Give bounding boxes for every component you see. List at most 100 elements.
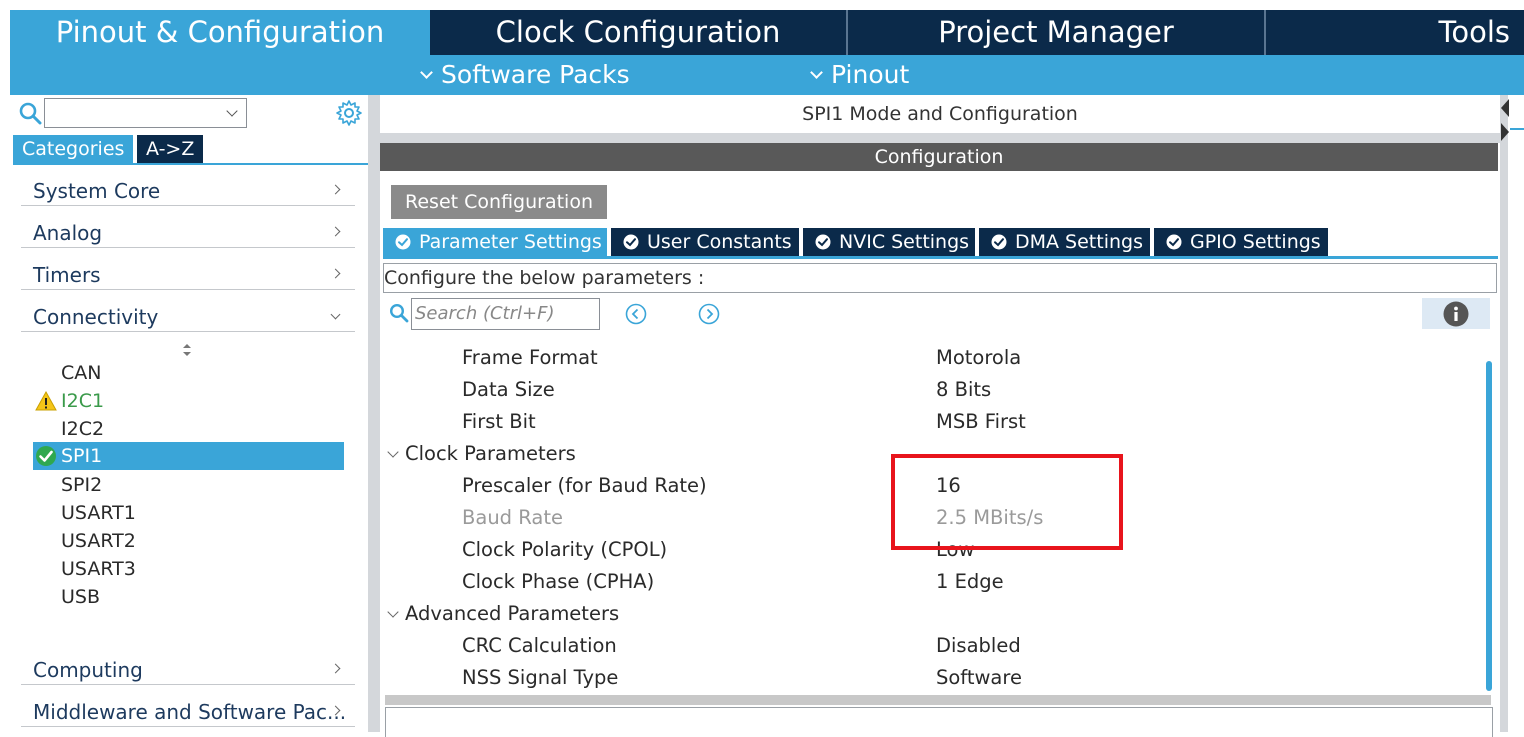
previous-icon[interactable] [625, 303, 647, 325]
peripheral-spi1[interactable]: SPI1 [33, 442, 344, 470]
info-button[interactable] [1422, 298, 1490, 329]
tab-clock-configuration[interactable]: Clock Configuration [430, 10, 848, 55]
param-value: Software [936, 666, 1022, 689]
info-icon [1443, 301, 1469, 327]
param-group-advanced-parameters[interactable]: Advanced Parameters [383, 598, 1481, 630]
peripheral-can[interactable]: CAN [33, 359, 344, 387]
category-timers[interactable]: Timers [21, 248, 355, 290]
category-middleware[interactable]: Middleware and Software Pac... [21, 685, 355, 727]
category-connectivity[interactable]: Connectivity [21, 290, 355, 332]
param-row-data-size[interactable]: Data Size 8 Bits [383, 374, 1481, 406]
tab-label: GPIO Settings [1190, 231, 1321, 253]
param-value: 8 Bits [936, 378, 992, 401]
category-analog[interactable]: Analog [21, 206, 355, 248]
peripheral-i2c1[interactable]: I2C1 [33, 387, 344, 415]
category-tabs: Categories A->Z [13, 135, 368, 165]
category-label: Timers [33, 263, 101, 287]
param-name: First Bit [462, 410, 536, 433]
configure-instructions: Configure the below parameters : [383, 263, 1497, 293]
param-name: Prescaler (for Baud Rate) [462, 474, 707, 497]
collapse-arrows-icon[interactable] [1500, 99, 1512, 143]
group-name: Advanced Parameters [405, 602, 620, 625]
peripheral-i2c2[interactable]: I2C2 [33, 415, 344, 443]
peripheral-label: USART1 [61, 502, 136, 524]
param-row-crc-calculation[interactable]: CRC Calculation Disabled [383, 630, 1481, 662]
param-name: Frame Format [462, 346, 598, 369]
tab-user-constants[interactable]: User Constants [611, 228, 801, 256]
description-box [385, 707, 1493, 737]
param-row-nss-signal-type[interactable]: NSS Signal Type Software [383, 662, 1481, 694]
highlight-box [891, 454, 1123, 550]
scrollbar-thumb[interactable] [1486, 361, 1492, 691]
accent-line [1510, 128, 1524, 130]
gear-icon[interactable] [335, 99, 363, 127]
peripheral-usb[interactable]: USB [33, 583, 344, 611]
chevron-right-icon [330, 226, 341, 237]
peripheral-label: USART3 [61, 558, 136, 580]
next-icon[interactable] [698, 303, 720, 325]
tab-gpio-settings[interactable]: GPIO Settings [1154, 228, 1330, 256]
tab-label: User Constants [647, 231, 792, 253]
chevron-down-icon [330, 309, 341, 320]
panel-splitter[interactable] [368, 95, 380, 732]
tab-dma-settings[interactable]: DMA Settings [979, 228, 1152, 256]
software-packs-label: Software Packs [441, 60, 630, 89]
peripheral-label: USART2 [61, 530, 136, 552]
tab-label: DMA Settings [1015, 231, 1143, 253]
pinout-menu[interactable]: Pinout [810, 55, 909, 95]
peripheral-usart1[interactable]: USART1 [33, 499, 344, 527]
param-row-clock-phase[interactable]: Clock Phase (CPHA) 1 Edge [383, 566, 1481, 598]
chevron-down-icon [420, 65, 433, 79]
category-label: Computing [33, 658, 143, 682]
parameter-tabs: Parameter Settings User Constants NVIC S… [383, 228, 1498, 259]
vertical-scrollbar[interactable] [1485, 335, 1493, 695]
category-label: Connectivity [33, 305, 159, 329]
peripheral-spi2[interactable]: SPI2 [33, 471, 344, 499]
search-combo[interactable] [44, 98, 247, 128]
peripheral-label: SPI2 [61, 474, 103, 496]
parameter-search-input[interactable]: Search (Ctrl+F) [411, 298, 600, 330]
chevron-down-icon [387, 606, 399, 618]
sub-menu-bar: Software Packs Pinout [10, 55, 1524, 95]
peripheral-usart2[interactable]: USART2 [33, 527, 344, 555]
tab-label: Parameter Settings [419, 231, 602, 253]
param-value: MSB First [936, 410, 1026, 433]
tab-project-manager[interactable]: Project Manager [848, 10, 1266, 55]
peripheral-usart3[interactable]: USART3 [33, 555, 344, 583]
check-circle-icon [815, 234, 831, 250]
check-circle-icon [395, 234, 411, 250]
chevron-down-icon [226, 105, 238, 117]
tab-categories[interactable]: Categories [13, 135, 134, 163]
peripheral-label: CAN [61, 362, 102, 384]
param-row-first-bit[interactable]: First Bit MSB First [383, 406, 1481, 438]
peripheral-label: SPI1 [61, 445, 103, 467]
mode-title: SPI1 Mode and Configuration [380, 95, 1500, 133]
peripheral-label: I2C2 [61, 418, 105, 440]
tab-label: NVIC Settings [839, 231, 970, 253]
tab-nvic-settings[interactable]: NVIC Settings [803, 228, 977, 256]
category-computing[interactable]: Computing [21, 643, 355, 685]
peripheral-label: USB [61, 586, 101, 608]
param-row-frame-format[interactable]: Frame Format Motorola [383, 342, 1481, 374]
software-packs-menu[interactable]: Software Packs [420, 55, 630, 95]
tab-a-to-z[interactable]: A->Z [137, 135, 204, 163]
chevron-right-icon [330, 184, 341, 195]
param-value: Disabled [936, 634, 1021, 657]
horizontal-scrollbar[interactable] [385, 695, 1491, 705]
tab-tools[interactable]: Tools [1266, 10, 1524, 55]
sort-icon[interactable] [182, 343, 192, 357]
search-icon[interactable] [18, 101, 42, 125]
check-circle-icon [991, 234, 1007, 250]
param-value: 1 Edge [936, 570, 1004, 593]
param-value: Motorola [936, 346, 1022, 369]
tab-parameter-settings[interactable]: Parameter Settings [383, 228, 609, 256]
tab-pinout-configuration[interactable]: Pinout & Configuration [10, 10, 430, 55]
param-name: Clock Phase (CPHA) [462, 570, 655, 593]
chevron-right-icon [330, 268, 341, 279]
right-edge-panel [1500, 95, 1524, 732]
param-name: Baud Rate [462, 506, 563, 529]
chevron-down-icon [387, 446, 399, 458]
category-system-core[interactable]: System Core [21, 164, 355, 206]
reset-configuration-button[interactable]: Reset Configuration [391, 185, 607, 219]
top-nav-bar: Pinout & Configuration Clock Configurati… [10, 10, 1524, 55]
